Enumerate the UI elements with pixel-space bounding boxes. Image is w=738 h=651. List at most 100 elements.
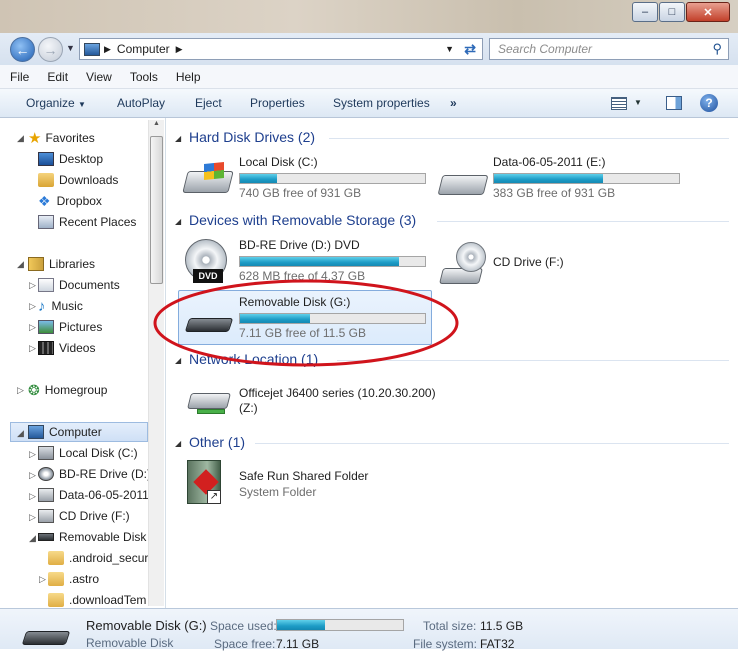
space-used-bar xyxy=(276,619,404,631)
nav-label: Recent Places xyxy=(59,215,137,229)
search-placeholder: Search Computer xyxy=(498,42,593,56)
details-item-type: Removable Disk xyxy=(86,636,174,650)
forward-button[interactable]: → xyxy=(38,37,63,62)
refresh-icon[interactable]: ⇄ xyxy=(464,41,476,58)
collapse-arrow-icon[interactable]: ◢ xyxy=(17,428,24,439)
usage-fill xyxy=(277,620,325,630)
nav-data-drive[interactable]: Data-06-05-2011 xyxy=(38,485,149,505)
expand-arrow-icon[interactable]: ▷ xyxy=(29,301,36,312)
nav-cd-drive[interactable]: CD Drive (F:) xyxy=(38,506,130,526)
menu-help[interactable]: Help xyxy=(166,70,209,84)
folder-icon xyxy=(48,572,64,586)
desktop-icon xyxy=(38,152,54,166)
nav-favorites[interactable]: ★ Favorites xyxy=(28,128,95,148)
nav-libraries[interactable]: Libraries xyxy=(28,254,95,274)
expand-arrow-icon[interactable]: ▷ xyxy=(39,574,46,585)
preview-pane-icon[interactable] xyxy=(666,96,682,110)
space-used-label: Space used: xyxy=(210,619,277,633)
collapse-arrow-icon[interactable]: ◢ xyxy=(17,259,24,270)
nav-removable-disk[interactable]: Removable Disk ( xyxy=(38,527,154,547)
menu-file[interactable]: File xyxy=(0,70,37,84)
expand-arrow-icon[interactable]: ▷ xyxy=(29,449,36,460)
nav-folder-android[interactable]: .android_secure xyxy=(48,548,155,568)
expand-arrow-icon[interactable]: ▷ xyxy=(17,385,24,396)
expand-arrow-icon[interactable]: ▷ xyxy=(29,322,36,333)
search-icon[interactable]: ⚲ xyxy=(712,41,722,57)
properties-button[interactable]: Properties xyxy=(250,96,305,110)
nav-recent-places[interactable]: Recent Places xyxy=(38,212,136,232)
nav-videos[interactable]: Videos xyxy=(38,338,95,358)
expand-arrow-icon[interactable]: ▷ xyxy=(29,512,36,523)
nav-bdre-drive[interactable]: BD-RE Drive (D:) xyxy=(38,464,151,484)
nav-folder-astro[interactable]: .astro xyxy=(48,569,99,589)
search-input[interactable]: Search Computer ⚲ xyxy=(489,38,729,60)
menu-edit[interactable]: Edit xyxy=(37,70,76,84)
expand-arrow-icon[interactable]: ▷ xyxy=(29,470,36,481)
libraries-icon xyxy=(28,257,44,271)
menu-tools[interactable]: Tools xyxy=(120,70,166,84)
collapse-arrow-icon[interactable]: ◢ xyxy=(17,133,24,144)
expand-arrow-icon[interactable]: ▷ xyxy=(29,343,36,354)
maximize-icon: □ xyxy=(668,6,676,18)
homegroup-icon: ❂ xyxy=(28,381,40,398)
group-title: Other (1) xyxy=(189,434,246,450)
nav-label: Pictures xyxy=(59,320,103,334)
drive-name: Data-06-05-2011 (E:) xyxy=(493,155,606,169)
group-collapse-icon[interactable]: ◢ xyxy=(175,134,181,143)
network-drive-icon xyxy=(187,393,231,409)
address-dropdown-icon[interactable]: ▼ xyxy=(445,44,454,54)
nav-computer[interactable]: Computer xyxy=(28,422,102,442)
minimize-button[interactable]: – xyxy=(632,2,658,22)
nav-pictures[interactable]: Pictures xyxy=(38,317,102,337)
drive-free-space: 740 GB free of 931 GB xyxy=(239,186,362,200)
nav-folder-downloadtemp[interactable]: .downloadTem xyxy=(48,590,146,608)
expand-arrow-icon[interactable]: ▷ xyxy=(29,280,36,291)
nav-downloads[interactable]: Downloads xyxy=(38,170,118,190)
nav-dropbox[interactable]: ❖ Dropbox xyxy=(38,191,102,211)
group-collapse-icon[interactable]: ◢ xyxy=(175,217,181,226)
breadcrumb-separator-icon: ▶ xyxy=(175,43,183,54)
nav-label: Desktop xyxy=(59,152,104,166)
group-title: Hard Disk Drives (2) xyxy=(189,129,316,145)
more-commands-button[interactable]: » xyxy=(450,96,457,110)
address-bar[interactable]: ▶ Computer ▶ ▼ ⇄ xyxy=(79,38,483,60)
view-options-dropdown-icon[interactable]: ▼ xyxy=(634,98,642,107)
nav-local-disk-c[interactable]: Local Disk (C:) xyxy=(38,443,138,463)
expand-arrow-icon[interactable]: ▷ xyxy=(29,491,36,502)
menu-view[interactable]: View xyxy=(76,70,120,84)
eject-button[interactable]: Eject xyxy=(195,96,222,110)
network-cable-icon xyxy=(197,409,225,414)
nav-documents[interactable]: Documents xyxy=(38,275,120,295)
command-bar: Organize ▼ AutoPlay Eject Properties Sys… xyxy=(0,89,738,118)
group-other[interactable]: Other (1) xyxy=(189,434,245,450)
collapse-arrow-icon[interactable]: ◢ xyxy=(29,533,36,544)
nav-label: .astro xyxy=(69,572,100,586)
scroll-thumb[interactable] xyxy=(150,136,163,284)
nav-label: Homegroup xyxy=(44,383,108,397)
hard-drive-icon xyxy=(437,175,489,195)
music-icon: ♪ xyxy=(38,297,46,315)
group-removable-storage[interactable]: Devices with Removable Storage (3) xyxy=(189,212,416,228)
nav-homegroup[interactable]: ❂ Homegroup xyxy=(28,380,107,400)
breadcrumb-computer[interactable]: Computer xyxy=(117,42,170,56)
recent-pages-dropdown[interactable]: ▼ xyxy=(66,43,75,53)
change-view-icon[interactable] xyxy=(611,97,627,110)
usage-fill xyxy=(240,257,400,266)
removable-disk-icon xyxy=(38,533,54,541)
windows-logo-icon xyxy=(204,161,224,181)
scroll-up-icon[interactable]: ▲ xyxy=(150,120,163,134)
group-hard-disk-drives[interactable]: Hard Disk Drives (2) xyxy=(189,129,315,145)
drive-letter: (Z:) xyxy=(239,401,258,415)
close-button[interactable]: ✕ xyxy=(686,2,730,22)
nav-music[interactable]: ♪ Music xyxy=(38,296,83,316)
group-collapse-icon[interactable]: ◢ xyxy=(175,439,181,448)
group-divider xyxy=(329,138,729,139)
back-button[interactable]: ← xyxy=(10,37,35,62)
autoplay-button[interactable]: AutoPlay xyxy=(117,96,165,110)
help-icon[interactable]: ? xyxy=(700,94,718,112)
nav-desktop[interactable]: Desktop xyxy=(38,149,103,169)
maximize-button[interactable]: □ xyxy=(659,2,685,22)
system-properties-button[interactable]: System properties xyxy=(333,96,430,110)
total-size-value: 11.5 GB xyxy=(480,619,524,633)
organize-button[interactable]: Organize ▼ xyxy=(26,96,86,110)
